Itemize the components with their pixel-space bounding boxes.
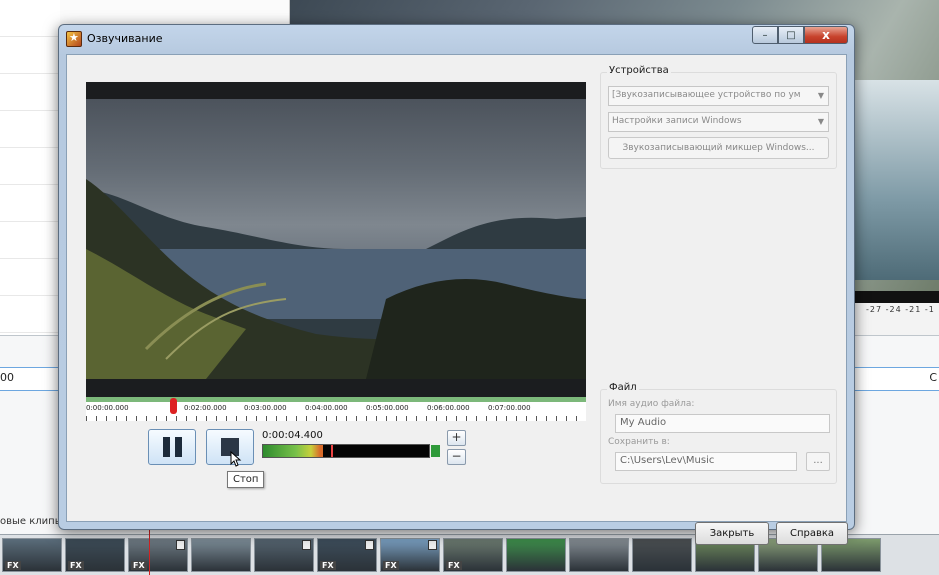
clip-thumbnail[interactable] — [254, 538, 314, 572]
pause-icon — [162, 437, 182, 457]
recording-device-select[interactable]: [Звукозаписывающее устройство по ум ▼ — [608, 86, 829, 106]
minimize-button[interactable]: – — [752, 26, 778, 44]
timeline-playhead[interactable] — [149, 528, 150, 575]
ruler-tick: 0:06:00.000 — [427, 404, 470, 412]
video-preview — [86, 82, 586, 398]
dialog-title: Озвучивание — [87, 32, 163, 45]
devices-legend: Устройства — [607, 65, 671, 76]
input-level-meter — [262, 444, 430, 458]
chevron-down-icon: ▼ — [817, 117, 824, 126]
fx-badge-icon: FX — [446, 561, 462, 570]
clip-thumbnail[interactable]: FX — [317, 538, 377, 572]
level-fill — [263, 445, 323, 457]
clip-note-icon — [365, 540, 374, 550]
save-to-label: Сохранить в: — [608, 437, 670, 447]
fx-badge-icon: FX — [383, 561, 399, 570]
clip-thumbnail[interactable] — [569, 538, 629, 572]
scrub-handle[interactable] — [170, 398, 177, 414]
close-button[interactable]: Закрыть — [695, 522, 769, 545]
save-path-input[interactable]: C:\Users\Lev\Music — [615, 452, 797, 471]
recording-timecode: 0:00:04.400 — [262, 430, 323, 441]
devices-group: Устройства [Звукозаписывающее устройство… — [600, 65, 837, 169]
maximize-button[interactable]: □ — [778, 26, 804, 44]
ruler-scale — [86, 416, 586, 421]
clip-note-icon — [176, 540, 185, 550]
clip-thumbnail[interactable]: FX — [380, 538, 440, 572]
ruler-tick: 0:03:00.000 — [244, 404, 287, 412]
master-meter-scale: -27 -24 -21 -1 — [866, 305, 935, 314]
dialog-body: 0:00:00.000 0:02:00.000 0:03:00.000 0:04… — [66, 54, 848, 545]
ruler-tick: 0:04:00.000 — [305, 404, 348, 412]
clip-thumbnail[interactable] — [191, 538, 251, 572]
ruler-tick: 0:02:00.000 — [184, 404, 227, 412]
dialog-titlebar[interactable]: Озвучивание – □ x — [59, 25, 854, 53]
master-meter — [855, 291, 939, 303]
recording-settings-value: Настройки записи Windows — [612, 116, 742, 126]
mixer-button[interactable]: Звукозаписывающий микшер Windows... — [608, 137, 829, 159]
stop-tooltip: Стоп — [227, 471, 265, 488]
landscape-image — [86, 179, 586, 379]
fx-badge-icon: FX — [5, 561, 21, 570]
ruler-tick: 0:00:00.000 — [86, 404, 129, 412]
fx-badge-icon: FX — [68, 561, 84, 570]
fx-badge-icon: FX — [320, 561, 336, 570]
level-peak — [331, 445, 334, 457]
voiceover-dialog: Озвучивание – □ x 0:00: — [58, 24, 855, 545]
file-group: Файл Имя аудио файла: My Audio Сохранить… — [600, 382, 837, 484]
clip-note-icon — [428, 540, 437, 550]
recording-settings-select[interactable]: Настройки записи Windows ▼ — [608, 112, 829, 132]
fx-badge-icon: FX — [131, 561, 147, 570]
clip-note-icon — [302, 540, 311, 550]
ruler-tick: 0:07:00.000 — [488, 404, 531, 412]
file-name-label: Имя аудио файла: — [608, 399, 695, 409]
clip-thumbnail[interactable]: FX — [443, 538, 503, 572]
pause-button[interactable] — [148, 429, 196, 465]
clip-thumbnail[interactable]: FX — [65, 538, 125, 572]
chevron-down-icon: ▼ — [817, 91, 824, 100]
clips-label: овые клипы — [0, 516, 63, 527]
file-legend: Файл — [607, 382, 639, 393]
browse-button[interactable]: ... — [806, 452, 830, 471]
level-indicator — [431, 445, 440, 457]
clip-thumbnail[interactable]: FX — [128, 538, 188, 572]
close-window-button[interactable]: x — [804, 26, 848, 44]
timeline-value: 00 — [0, 371, 14, 384]
clip-thumbnail[interactable] — [632, 538, 692, 572]
volume-up-button[interactable]: + — [447, 430, 466, 446]
ruler-tick: 0:05:00.000 — [366, 404, 409, 412]
recording-device-value: [Звукозаписывающее устройство по ум — [612, 90, 801, 100]
clip-thumbnail[interactable]: FX — [2, 538, 62, 572]
clip-thumbnail[interactable] — [506, 538, 566, 572]
project-list — [0, 0, 60, 335]
app-icon — [66, 31, 82, 47]
window-controls: – □ x — [752, 26, 848, 44]
volume-down-button[interactable]: − — [447, 449, 466, 465]
help-button[interactable]: Справка — [776, 522, 848, 545]
file-name-input[interactable]: My Audio — [615, 414, 830, 433]
time-ruler[interactable]: 0:00:00.000 0:02:00.000 0:03:00.000 0:04… — [86, 397, 586, 421]
mouse-cursor-icon — [230, 451, 242, 467]
video-frame — [86, 99, 586, 379]
timeline-value-right: C — [929, 371, 937, 384]
